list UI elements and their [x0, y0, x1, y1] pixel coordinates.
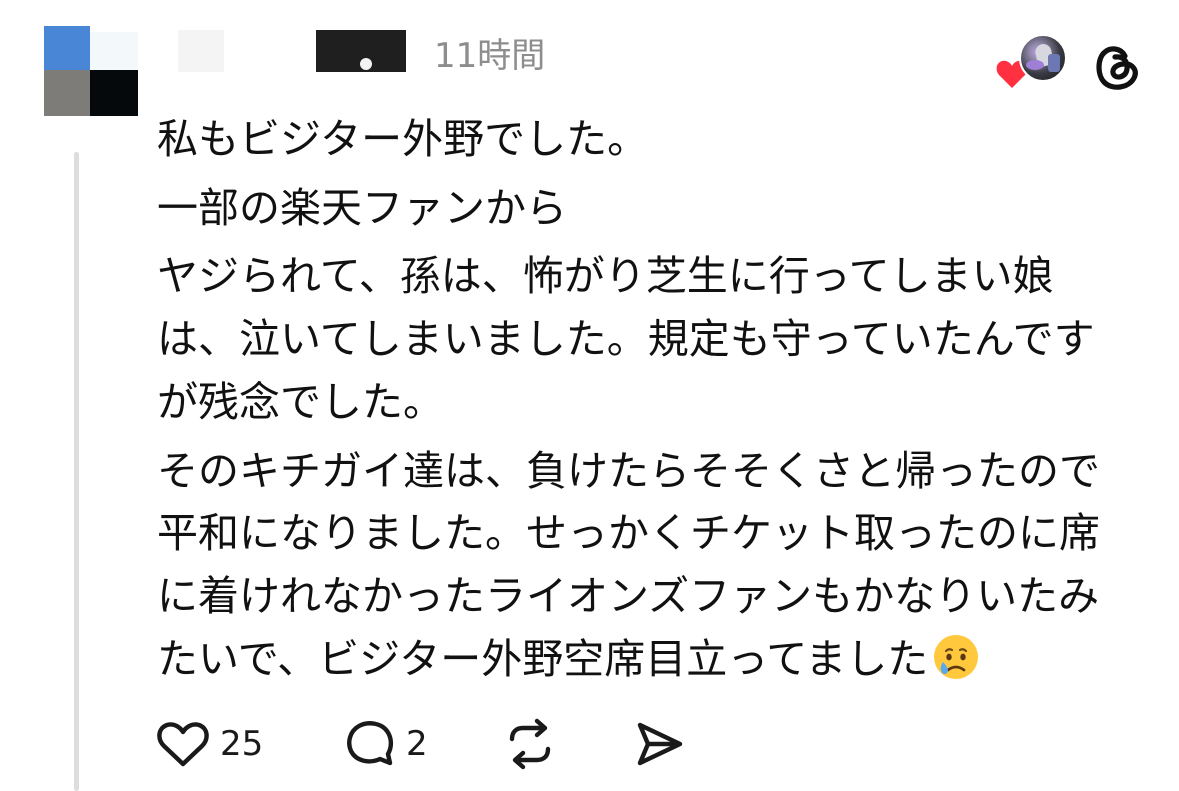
share-button[interactable]	[632, 714, 686, 774]
reply-button[interactable]: 2	[342, 714, 428, 774]
avatar-mosaic-tile	[44, 26, 90, 70]
post-text-line: ヤジられて、孫は、怖がり芝生に行ってしまい娘	[157, 252, 1054, 301]
username-mosaic-mark	[360, 58, 372, 70]
crying-face-emoji-icon	[934, 634, 979, 679]
avatar-mosaic-tile	[90, 26, 138, 32]
avatar-art	[1048, 54, 1060, 72]
post-text-line: 平和になりました。せっかくチケット取ったのに席	[157, 509, 1100, 558]
repost-button[interactable]	[502, 714, 558, 774]
post-text-line: は、泣いてしまいました。規定も守っていたんです	[157, 315, 1095, 364]
post-text-line: 一部の楽天ファンから	[157, 183, 567, 232]
censored-username[interactable]	[178, 30, 412, 76]
username-mosaic-block	[178, 30, 224, 72]
send-icon	[637, 722, 683, 766]
avatar-mosaic-tile	[44, 70, 90, 116]
post-text-line: 私もビジター外野でした。	[157, 115, 649, 163]
reply-bubble-icon	[347, 721, 394, 766]
post-text-line: そのキチガイ達は、負けたらそそくさと帰ったので	[157, 446, 1100, 495]
post-text-line: が残念でした。	[157, 377, 444, 426]
avatar-mosaic-tile	[90, 26, 138, 70]
liker-avatar[interactable]	[1019, 34, 1067, 82]
post-text-line-last: たいで、ビジター外野空席目立ってました	[157, 628, 1157, 691]
heart-icon	[157, 722, 209, 767]
like-count: 25	[220, 724, 264, 764]
reply-count: 2	[406, 724, 428, 764]
post-action-bar: 25 2	[156, 714, 716, 774]
post-body: 私もビジター外野でした。 一部の楽天ファンから ヤジられて、孫は、怖がり芝生に行…	[157, 108, 1157, 690]
censored-avatar[interactable]	[44, 26, 138, 116]
avatar-mosaic-tile	[90, 70, 138, 116]
post-text-line: に着けれなかったライオンズファンもかなりいたみ	[157, 572, 1100, 621]
post-text: たいで、ビジター外野空席目立ってました	[157, 634, 929, 683]
avatar-art	[1026, 60, 1044, 70]
post-timestamp: 11時間	[434, 36, 546, 76]
threads-logo-icon[interactable]	[1089, 40, 1143, 94]
thread-connector-line	[74, 152, 79, 791]
like-button[interactable]: 25	[156, 714, 263, 774]
repost-icon	[509, 718, 551, 770]
